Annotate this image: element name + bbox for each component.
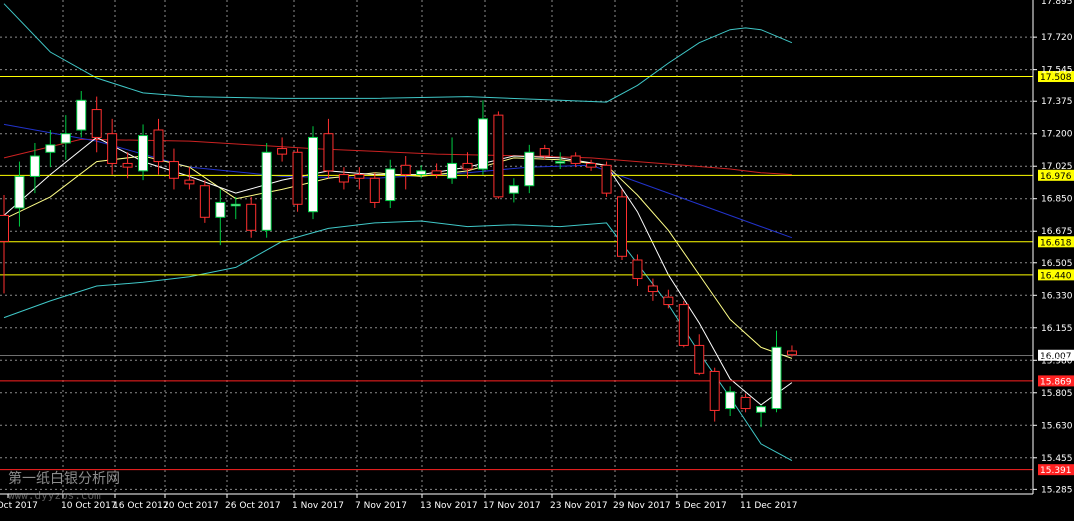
watermark-title: 第一纸白银分析网 — [8, 470, 120, 487]
candle-bull — [29, 155, 40, 177]
y-tick-label: 15.980 — [1041, 356, 1073, 366]
level-label: 16.976 — [1040, 172, 1072, 182]
y-tick-label: 15.805 — [1041, 389, 1073, 399]
candle-bear — [462, 162, 473, 170]
candle-bull — [508, 185, 519, 194]
candle-bear — [168, 161, 179, 179]
x-tick-label: 4 Oct 2017 — [0, 501, 38, 511]
y-tick-label: 17.025 — [1041, 162, 1073, 172]
x-tick-label: 26 Oct 2017 — [225, 501, 281, 511]
y-tick-label: 16.155 — [1041, 324, 1073, 334]
candle-bull — [477, 118, 488, 170]
x-tick-label: 29 Nov 2017 — [613, 501, 671, 511]
candle-bear — [369, 177, 380, 203]
candle-bull — [771, 346, 782, 410]
candle-bear — [184, 179, 195, 185]
level-label: 16.618 — [1040, 238, 1072, 248]
candle-bull — [555, 161, 566, 164]
candle-bear — [323, 133, 334, 172]
y-tick-label: 15.630 — [1041, 421, 1073, 431]
x-tick-label: 5 Dec 2017 — [675, 501, 727, 511]
candle-bear — [493, 114, 504, 198]
x-tick-label: 7 Nov 2017 — [355, 501, 407, 511]
x-tick-label: 10 Oct 2017 — [61, 501, 117, 511]
candle-bear — [153, 129, 164, 163]
candle-bull — [45, 144, 56, 153]
y-tick-label: 16.330 — [1041, 291, 1073, 301]
candle-bear — [586, 162, 597, 168]
candlestick-chart: 17.50816.97616.61816.44015.86915.39116.0… — [0, 0, 1074, 521]
candle-bear — [0, 214, 9, 242]
candle-bear — [199, 185, 210, 218]
x-tick-label: 23 Nov 2017 — [550, 501, 608, 511]
candle-bull — [14, 175, 25, 209]
x-tick-label: 1 Nov 2017 — [292, 501, 344, 511]
y-tick-label: 16.505 — [1041, 259, 1073, 269]
y-tick-label: 17.720 — [1041, 33, 1073, 43]
candle-bear — [647, 285, 658, 293]
candle-bear — [539, 148, 550, 157]
candle-bear — [277, 148, 288, 155]
x-tick-label: 13 Nov 2017 — [420, 501, 478, 511]
candle-bear — [570, 155, 581, 164]
x-tick-label: 16 Oct 2017 — [113, 501, 169, 511]
y-tick-label: 15.455 — [1041, 454, 1073, 464]
candle-bear — [601, 164, 612, 194]
candle-bear — [107, 133, 118, 164]
candle-bear — [678, 304, 689, 346]
candle-bear — [632, 259, 643, 280]
y-tick-label: 17.375 — [1041, 97, 1073, 107]
candle-bear — [694, 344, 705, 374]
candle-bull — [76, 99, 87, 131]
candle-bull — [524, 151, 535, 187]
candle-bull — [756, 406, 767, 413]
candle-bear — [400, 164, 411, 176]
x-tick-label: 20 Oct 2017 — [163, 501, 219, 511]
y-tick-label: 16.675 — [1041, 227, 1073, 237]
candle-bull — [725, 391, 736, 410]
candle-bear — [246, 203, 257, 231]
y-tick-label: 15.285 — [1041, 485, 1073, 495]
candle-bull — [447, 162, 458, 179]
y-tick-label: 17.545 — [1041, 66, 1073, 76]
candle-bull — [138, 135, 149, 172]
watermark-url: www.dyyzbs.com — [8, 489, 101, 502]
candle-bear — [740, 396, 751, 410]
y-tick-label: 17.200 — [1041, 130, 1073, 140]
candle-bull — [230, 203, 241, 207]
y-tick-label-top: 17.895 — [1041, 0, 1073, 7]
candle-bull — [416, 170, 427, 176]
candle-bear — [663, 296, 674, 306]
candle-bear — [122, 162, 133, 168]
level-label: 15.869 — [1040, 377, 1072, 387]
candle-bear — [431, 170, 442, 176]
candle-bear — [709, 370, 720, 411]
candle-bull — [308, 136, 318, 213]
candle-bull — [215, 201, 226, 218]
x-tick-label: 17 Nov 2017 — [483, 501, 541, 511]
candle-bull — [60, 133, 71, 144]
y-tick-label: 16.850 — [1041, 195, 1073, 205]
candle-bear — [338, 174, 349, 183]
candle-bear — [786, 350, 797, 356]
candle-bear — [91, 109, 102, 138]
plot-background — [0, 0, 1074, 521]
candle-bear — [354, 174, 365, 179]
candle-bull — [385, 168, 396, 202]
candle-bull — [261, 151, 272, 231]
candle-bear — [292, 151, 303, 205]
x-tick-label: 11 Dec 2017 — [740, 501, 798, 511]
candle-bear — [617, 196, 627, 257]
level-label: 16.440 — [1040, 271, 1072, 281]
level-label: 15.391 — [1040, 466, 1072, 476]
